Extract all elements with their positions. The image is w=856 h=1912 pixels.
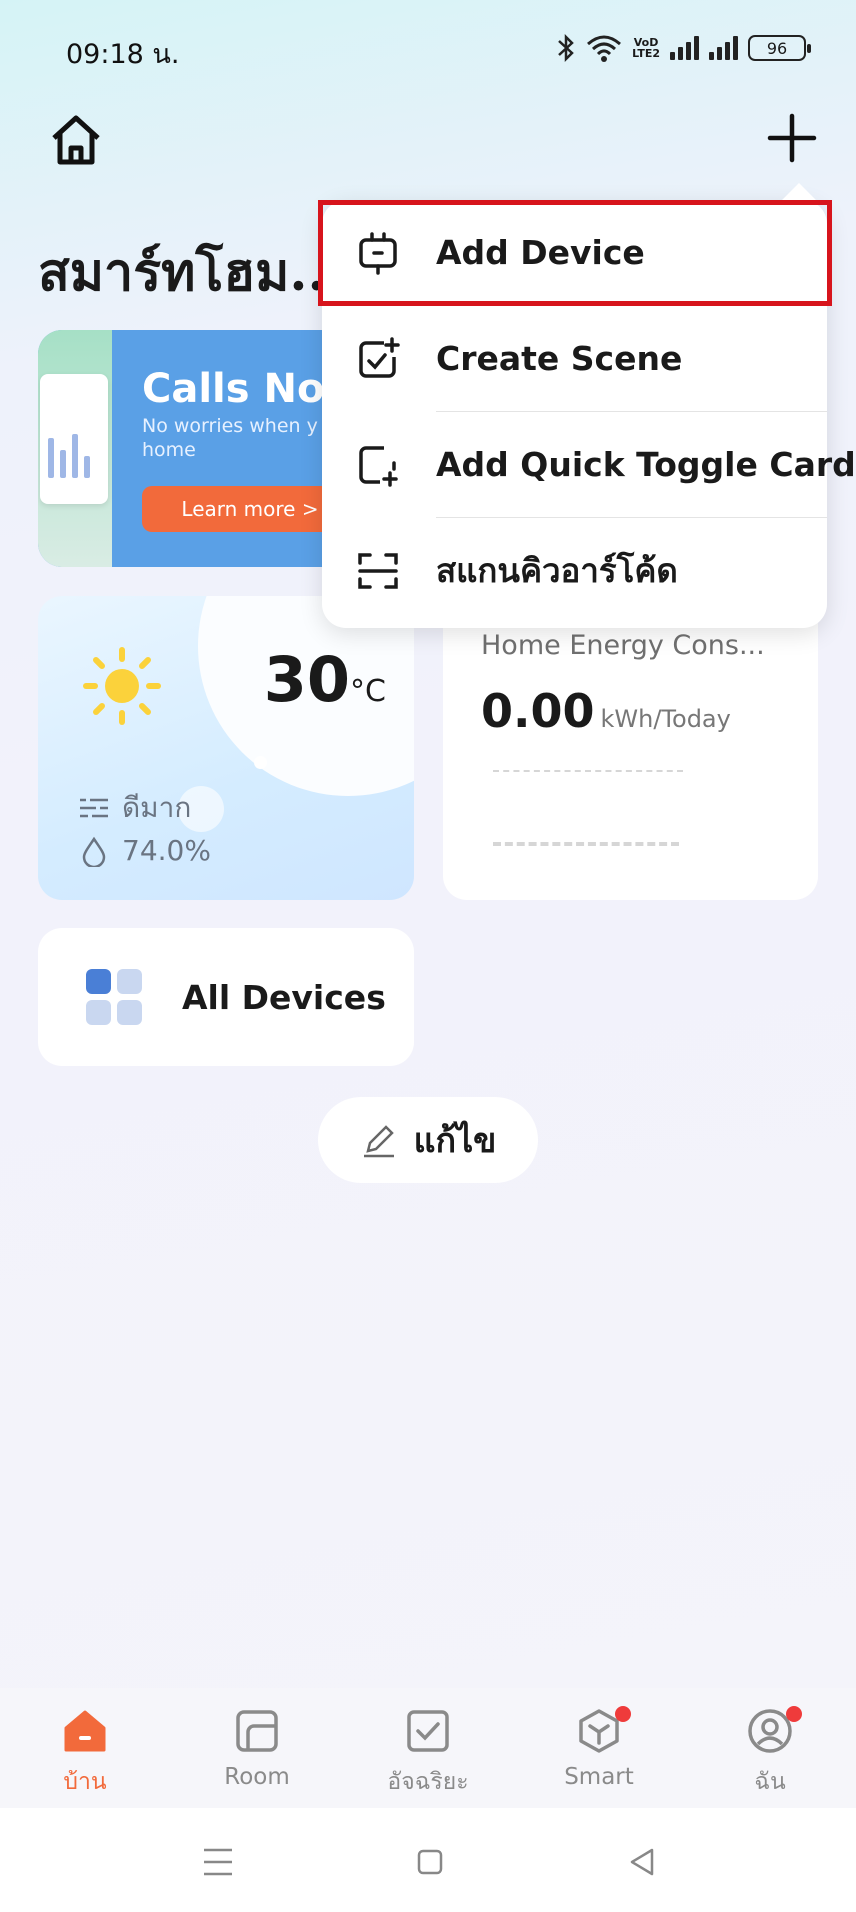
smart-check-icon [407,1710,449,1752]
sun-icon [83,647,161,725]
signal-icon [709,36,738,60]
menu-scan-qr[interactable]: สแกนคิวอาร์โค้ด [322,518,827,623]
energy-chart-placeholder [493,770,683,772]
air-quality: ดีมาก [78,786,191,830]
add-button[interactable] [762,108,822,168]
home-switch-button[interactable] [46,110,106,170]
all-devices-label: All Devices [182,977,386,1017]
pencil-icon [363,1125,394,1158]
energy-card[interactable]: Home Energy Cons... 0.00 kWh/Today [443,596,818,900]
home-square-icon[interactable] [410,1842,450,1882]
nav-automation[interactable]: อัจฉริยะ [368,1706,488,1800]
quick-toggle-icon [359,445,398,487]
nav-room[interactable]: Room [197,1706,317,1790]
edit-button[interactable]: แก้ไข [318,1097,538,1183]
notification-badge [786,1706,802,1722]
banner-headline: Calls No [142,366,325,412]
air-quality-icon [80,798,108,818]
nav-smart[interactable]: Smart [539,1706,659,1790]
menu-icon[interactable] [198,1842,238,1882]
nav-me[interactable]: ฉัน [710,1706,830,1800]
temperature: 30 °C [263,643,386,716]
scan-qr-icon [358,552,398,589]
droplet-icon [82,836,106,867]
bluetooth-icon [558,33,574,63]
battery-icon: 96 [748,35,811,61]
room-icon [236,1710,278,1752]
nav-home[interactable]: บ้าน [25,1706,145,1800]
menu-add-quick-toggle[interactable]: Add Quick Toggle Card [322,412,856,517]
energy-title: Home Energy Cons... [481,630,765,661]
weather-card[interactable]: 30 °C ดีมาก 74.0% [38,596,414,900]
grid-icon [86,969,142,1025]
wifi-icon [587,35,622,62]
menu-create-scene[interactable]: Create Scene [322,306,827,411]
banner-illustration [38,330,112,567]
humidity: 74.0% [78,834,211,867]
all-devices-card[interactable]: All Devices [38,928,414,1066]
add-device-highlight-box [318,200,832,306]
energy-chart-placeholder [493,842,679,846]
bottom-nav: บ้าน Room อัจฉริยะ Smart ฉัน [0,1688,856,1808]
status-time: 09:18 น. [66,39,180,70]
volte-indicator: VoD LTE2 [632,36,660,60]
system-nav-bar [0,1808,856,1912]
create-scene-icon [359,336,400,378]
notification-badge [615,1706,631,1722]
signal-icon [670,36,699,60]
back-icon[interactable] [622,1842,662,1882]
status-icons: VoD LTE2 96 [556,28,811,68]
home-outline-icon [52,115,100,165]
plus-icon [767,113,817,163]
home-icon [64,1710,106,1752]
page-title: สมาร์ทโฮม... [38,242,344,303]
energy-value: 0.00 kWh/Today [481,684,731,738]
